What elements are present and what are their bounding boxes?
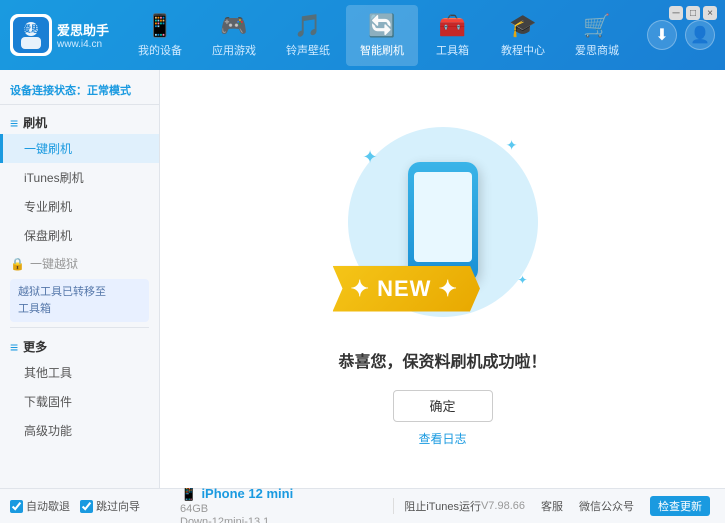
logo-text: 爱思助手 www.i4.cn <box>57 20 109 50</box>
download-button[interactable]: ⬇ <box>647 20 677 50</box>
version-label: V7.98.66 <box>481 500 525 512</box>
stop-itunes-button[interactable]: 阻止iTunes运行 <box>393 498 481 514</box>
lock-section: 🔒 一键越狱 <box>0 250 159 275</box>
tab-smart-flash-label: 智能刷机 <box>360 42 404 58</box>
phone-shape <box>408 162 478 282</box>
ringtones-icon: 🎵 <box>294 13 321 39</box>
jailbreak-note: 越狱工具已转移至工具箱 <box>10 279 149 322</box>
ribbon-text: NEW <box>377 276 431 301</box>
tab-ringtones[interactable]: 🎵 铃声壁纸 <box>272 5 344 66</box>
logo: 爱思 爱思助手 www.i4.cn <box>10 14 110 56</box>
sidebar-divider <box>10 327 149 328</box>
check-update-button[interactable]: 检查更新 <box>650 496 710 516</box>
maximize-button[interactable]: □ <box>686 6 700 20</box>
device-firmware: Down-12mini-13,1 <box>180 516 393 523</box>
tab-tutorial-label: 教程中心 <box>501 42 545 58</box>
skip-wizard-label: 跳过向导 <box>96 498 140 514</box>
ribbon-prefix: ✦ <box>351 276 370 301</box>
bottom-left: 自动歇退 跳过向导 <box>10 498 170 514</box>
auto-dismiss-input[interactable] <box>10 500 23 513</box>
tab-tutorial[interactable]: 🎓 教程中心 <box>487 5 559 66</box>
confirm-button[interactable]: 确定 <box>393 390 493 422</box>
smart-flash-icon: 🔄 <box>368 13 395 39</box>
status-label: 设备连接状态： <box>10 85 87 97</box>
main-area: ✦ ✦ ✦ ✦ NEW ✦ 恭喜您，保资料刷机成功啦！ <box>160 70 725 488</box>
customer-service-link[interactable]: 客服 <box>541 498 563 514</box>
new-ribbon: ✦ NEW ✦ <box>333 266 480 312</box>
device-info: 📱 iPhone 12 mini 64GB Down-12mini-13,1 <box>170 485 393 523</box>
wechat-public-link[interactable]: 微信公众号 <box>579 498 634 514</box>
sidebar-item-one-key-flash[interactable]: 一键刷机 <box>0 134 159 163</box>
sidebar-item-other-tools[interactable]: 其他工具 <box>0 358 159 387</box>
sparkle-topleft-icon: ✦ <box>363 147 378 168</box>
sparkle-bottomright-icon: ✦ <box>517 273 527 287</box>
flash-section-header: ≡ 刷机 <box>0 109 159 134</box>
main-content: 设备连接状态：正常模式 ≡ 刷机 一键刷机 iTunes刷机 专业刷机 保盘刷机… <box>0 70 725 488</box>
skip-wizard-checkbox[interactable]: 跳过向导 <box>80 498 140 514</box>
sidebar-item-advanced[interactable]: 高级功能 <box>0 416 159 445</box>
device-status: 设备连接状态：正常模式 <box>0 76 159 105</box>
account-button[interactable]: 👤 <box>685 20 715 50</box>
sidebar-item-itunes-flash[interactable]: iTunes刷机 <box>0 163 159 192</box>
success-illustration: ✦ ✦ ✦ ✦ NEW ✦ <box>343 112 543 332</box>
tab-toolbox-label: 工具箱 <box>436 42 469 58</box>
more-section-label: 更多 <box>23 338 47 355</box>
tab-my-device-label: 我的设备 <box>138 42 182 58</box>
sidebar-item-pro-flash[interactable]: 专业刷机 <box>0 192 159 221</box>
view-log-link[interactable]: 查看日志 <box>418 430 466 447</box>
apps-games-icon: 🎮 <box>220 13 247 39</box>
nav-tabs: 📱 我的设备 🎮 应用游戏 🎵 铃声壁纸 🔄 智能刷机 🧰 工具箱 🎓 <box>110 5 647 66</box>
device-storage: 64GB <box>180 503 393 515</box>
tab-smart-flash[interactable]: 🔄 智能刷机 <box>346 5 418 66</box>
more-section-header: ≡ 更多 <box>0 333 159 358</box>
shop-icon: 🛒 <box>583 13 610 39</box>
success-message: 恭喜您，保资料刷机成功啦！ <box>338 348 546 372</box>
status-value: 正常模式 <box>87 85 131 97</box>
lock-icon: 🔒 <box>10 257 25 271</box>
brand-url: www.i4.cn <box>57 39 109 50</box>
svg-text:爱思: 爱思 <box>22 23 40 34</box>
header-actions: ⬇ 👤 <box>647 20 715 50</box>
skip-wizard-input[interactable] <box>80 500 93 513</box>
logo-icon: 爱思 <box>10 14 52 56</box>
tab-toolbox[interactable]: 🧰 工具箱 <box>420 5 485 66</box>
flash-section-icon: ≡ <box>10 115 18 131</box>
bottom-bar: 自动歇退 跳过向导 📱 iPhone 12 mini 64GB Down-12m… <box>0 488 725 523</box>
my-device-icon: 📱 <box>146 13 173 39</box>
sidebar: 设备连接状态：正常模式 ≡ 刷机 一键刷机 iTunes刷机 专业刷机 保盘刷机… <box>0 70 160 488</box>
tab-ringtones-label: 铃声壁纸 <box>286 42 330 58</box>
header: 爱思 爱思助手 www.i4.cn 📱 我的设备 🎮 应用游戏 🎵 铃声壁纸 <box>0 0 725 70</box>
tab-shop[interactable]: 🛒 爱思商城 <box>561 5 633 66</box>
minimize-button[interactable]: ─ <box>669 6 683 20</box>
bottom-right: V7.98.66 客服 微信公众号 检查更新 <box>481 496 715 516</box>
sidebar-item-download-firmware[interactable]: 下载固件 <box>0 387 159 416</box>
auto-dismiss-label: 自动歇退 <box>26 498 70 514</box>
tab-apps-games[interactable]: 🎮 应用游戏 <box>198 5 270 66</box>
close-button[interactable]: × <box>703 6 717 20</box>
window-controls[interactable]: ─ □ × <box>669 6 717 20</box>
flash-section-label: 刷机 <box>23 114 47 131</box>
tab-apps-games-label: 应用游戏 <box>212 42 256 58</box>
tutorial-icon: 🎓 <box>509 13 536 39</box>
sparkle-topright-icon: ✦ <box>506 137 518 154</box>
auto-dismiss-checkbox[interactable]: 自动歇退 <box>10 498 70 514</box>
more-section-icon: ≡ <box>10 339 18 355</box>
toolbox-icon: 🧰 <box>439 13 466 39</box>
brand-name: 爱思助手 <box>57 20 109 39</box>
sidebar-item-save-flash[interactable]: 保盘刷机 <box>0 221 159 250</box>
tab-my-device[interactable]: 📱 我的设备 <box>124 5 196 66</box>
lock-label: 一键越狱 <box>30 255 78 272</box>
tab-shop-label: 爱思商城 <box>575 42 619 58</box>
ribbon-suffix: ✦ <box>439 276 458 301</box>
phone-screen <box>414 172 472 262</box>
